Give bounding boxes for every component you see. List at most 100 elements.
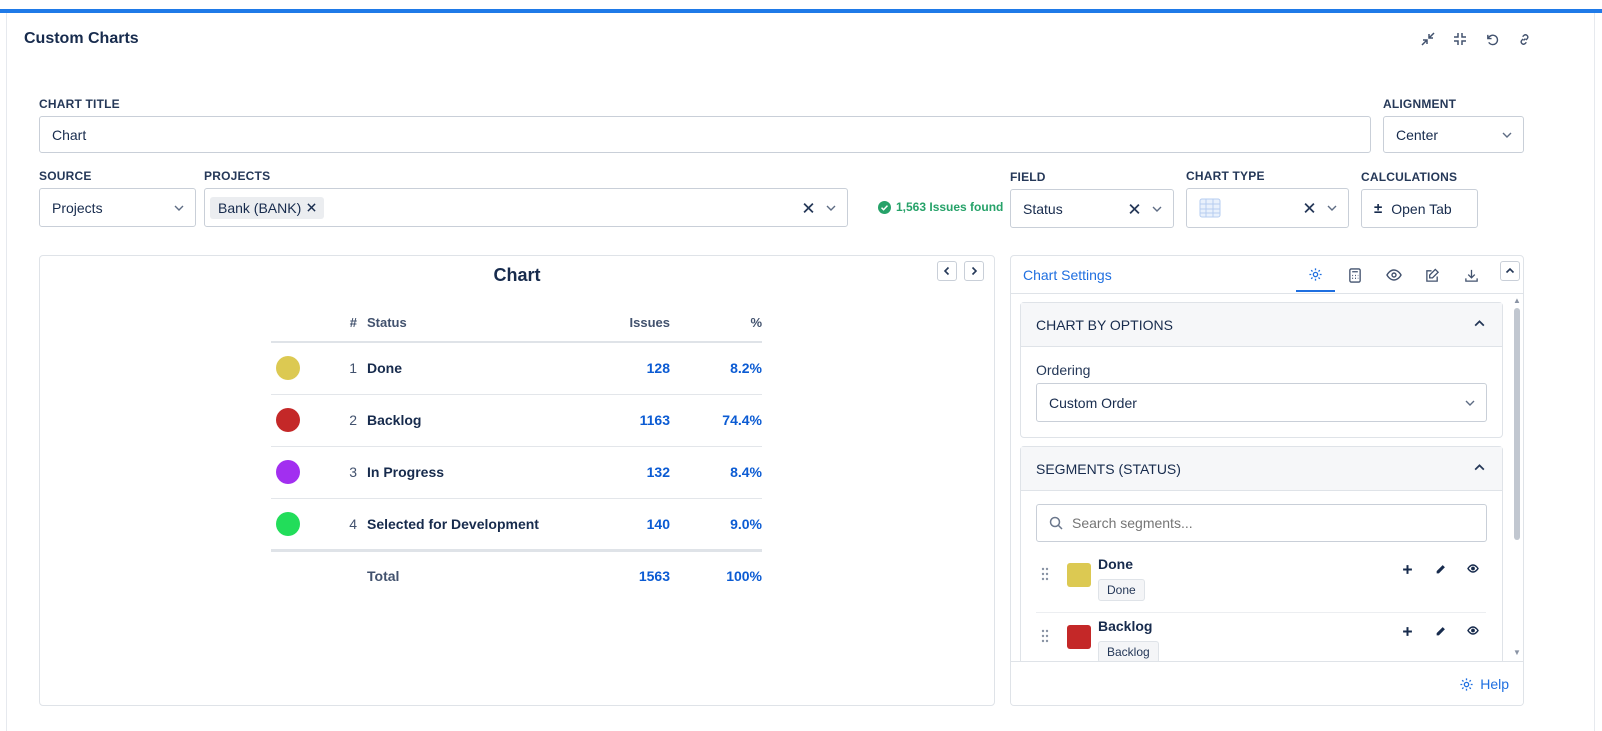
- segment-search-input[interactable]: [1072, 515, 1452, 531]
- issues-found-text: 1,563 Issues found: [896, 200, 1004, 214]
- drag-handle-icon[interactable]: [1041, 567, 1049, 586]
- chevron-up-icon: [1473, 461, 1486, 474]
- edit-icon[interactable]: [1413, 258, 1452, 292]
- eye-icon[interactable]: [1464, 626, 1482, 637]
- ordering-select[interactable]: Custom Order: [1036, 383, 1487, 422]
- scroll-up-icon[interactable]: ▲: [1513, 296, 1521, 305]
- status-color-dot: [276, 511, 300, 536]
- row-index: 1: [331, 342, 367, 395]
- settings-footer: Help: [1011, 661, 1523, 705]
- clear-icon[interactable]: [803, 202, 814, 213]
- segments-section: SEGMENTS (STATUS) Done Done Backlog Backlog: [1020, 446, 1503, 686]
- row-percent: 9.0%: [670, 498, 762, 551]
- segment-search[interactable]: [1036, 504, 1487, 542]
- total-spacer: [271, 548, 331, 600]
- chevron-up-icon: [1473, 317, 1486, 330]
- chart-title-input[interactable]: Chart: [39, 116, 1371, 153]
- eye-icon[interactable]: [1464, 564, 1482, 575]
- download-icon[interactable]: [1452, 258, 1491, 292]
- source-select[interactable]: Projects: [39, 188, 196, 227]
- row-index: 2: [331, 394, 367, 447]
- issues-found-status: 1,563 Issues found: [878, 200, 1003, 214]
- help-link[interactable]: Help: [1459, 676, 1509, 692]
- pencil-icon[interactable]: [1431, 626, 1449, 637]
- segment-row: Done Done: [1036, 551, 1486, 613]
- segment-color-swatch[interactable]: [1067, 625, 1091, 649]
- percent-column-header: %: [670, 304, 762, 343]
- table-row: 2 Backlog 1163 74.4%: [271, 394, 762, 447]
- projects-label: PROJECTS: [204, 169, 271, 183]
- chart-preview: Chart # Status Issues % 1 Done 128 8.2% 2 Bac…: [39, 255, 995, 706]
- row-issues[interactable]: 132: [582, 446, 670, 499]
- segment-badge: Backlog: [1098, 641, 1159, 663]
- status-color-dot: [276, 408, 300, 432]
- clear-icon[interactable]: [1304, 202, 1315, 214]
- calculator-icon[interactable]: [1335, 258, 1374, 292]
- field-value: Status: [1023, 200, 1063, 217]
- prev-button[interactable]: [937, 261, 957, 281]
- project-tag: Bank (BANK): [210, 196, 325, 219]
- projects-select[interactable]: Bank (BANK): [204, 188, 848, 227]
- row-issues[interactable]: 140: [582, 498, 670, 551]
- status-color-cell: [271, 446, 331, 499]
- settings-tabs: [1296, 258, 1491, 292]
- color-column-header: [271, 304, 331, 343]
- row-status: Done: [367, 342, 582, 395]
- source-value: Projects: [52, 199, 103, 216]
- chart-by-options-header[interactable]: CHART BY OPTIONS: [1021, 303, 1502, 347]
- source-label: SOURCE: [39, 169, 92, 183]
- pencil-icon[interactable]: [1431, 564, 1449, 575]
- page-title: Custom Charts: [24, 30, 139, 47]
- plus-minus-icon: ±: [1374, 200, 1383, 217]
- total-issues: 1563: [582, 548, 670, 600]
- alignment-select[interactable]: Center: [1383, 116, 1524, 153]
- field-select[interactable]: Status: [1010, 189, 1174, 228]
- status-color-cell: [271, 342, 331, 395]
- reset-icon[interactable]: [1482, 29, 1502, 49]
- issues-column-header: Issues: [582, 304, 670, 343]
- row-issues[interactable]: 1163: [582, 394, 670, 447]
- minimize-icon[interactable]: [1418, 29, 1438, 49]
- row-issues[interactable]: 128: [582, 342, 670, 395]
- status-column-header: Status: [367, 304, 582, 343]
- remove-tag-icon[interactable]: [307, 203, 316, 212]
- open-tab-button[interactable]: ± Open Tab: [1361, 189, 1478, 228]
- segment-color-swatch[interactable]: [1067, 563, 1091, 587]
- status-color-cell: [271, 498, 331, 551]
- chart-title-value: Chart: [52, 126, 87, 143]
- eye-icon[interactable]: [1374, 258, 1413, 292]
- segments-heading: SEGMENTS (STATUS): [1036, 460, 1181, 477]
- plus-icon[interactable]: [1398, 564, 1416, 575]
- chevron-up-icon: [1505, 266, 1515, 276]
- row-percent: 8.4%: [670, 446, 762, 499]
- field-label: FIELD: [1010, 170, 1046, 184]
- table-row: 1 Done 128 8.2%: [271, 342, 762, 395]
- scroll-thumb[interactable]: [1514, 308, 1520, 540]
- chevron-down-icon: [1326, 202, 1338, 214]
- help-label: Help: [1480, 676, 1509, 692]
- table-header-row: # Status Issues %: [271, 304, 762, 343]
- ordering-value: Custom Order: [1049, 394, 1137, 411]
- ordering-label: Ordering: [1036, 362, 1091, 378]
- next-button[interactable]: [964, 261, 984, 281]
- collapse-icon[interactable]: [1450, 29, 1470, 49]
- total-label: Total: [367, 548, 582, 600]
- drag-handle-icon[interactable]: [1041, 629, 1049, 648]
- segment-actions: [1398, 626, 1482, 637]
- settings-scrollbar[interactable]: ▲ ▼: [1513, 296, 1521, 659]
- gear-icon: [1459, 677, 1474, 692]
- plus-icon[interactable]: [1398, 626, 1416, 637]
- segments-header[interactable]: SEGMENTS (STATUS): [1021, 447, 1502, 491]
- row-status: Backlog: [367, 394, 582, 447]
- clear-icon[interactable]: [1129, 203, 1140, 214]
- scroll-down-icon[interactable]: ▼: [1513, 648, 1521, 657]
- gear-icon[interactable]: [1296, 258, 1335, 292]
- chart-by-options-section: CHART BY OPTIONS Ordering Custom Order: [1020, 302, 1503, 438]
- segment-name: Done: [1098, 556, 1133, 572]
- chart-settings-panel: Chart Settings CHART BY OPTIONS Ordering…: [1010, 255, 1524, 706]
- collapse-panel-button[interactable]: [1500, 261, 1520, 281]
- check-circle-icon: [878, 200, 891, 214]
- link-icon[interactable]: [1514, 29, 1534, 49]
- table-row: 4 Selected for Development 140 9.0%: [271, 498, 762, 551]
- chart-type-select[interactable]: [1186, 188, 1349, 228]
